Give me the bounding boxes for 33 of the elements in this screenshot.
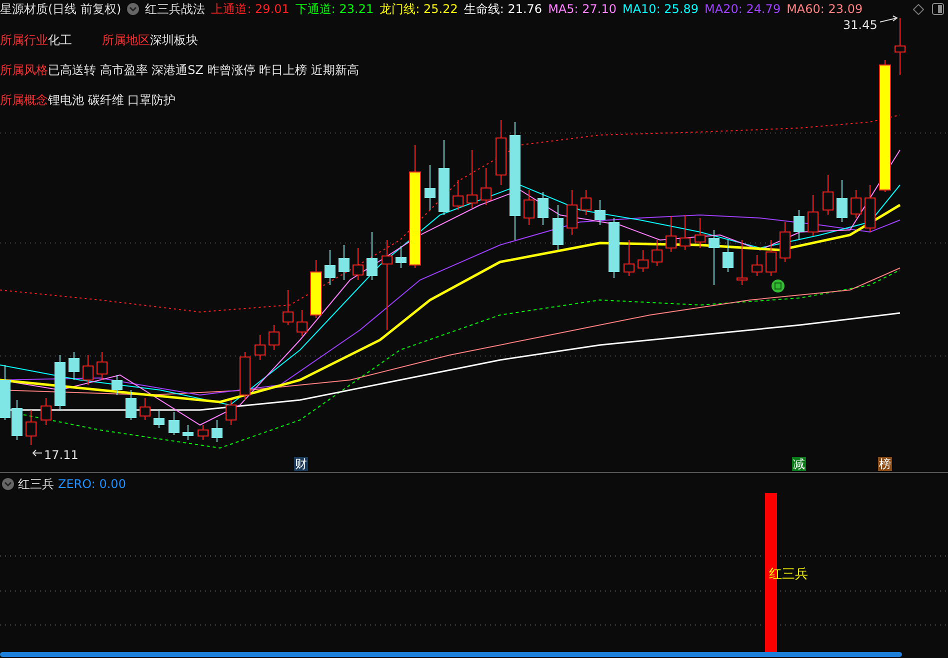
indicator-value: MA60: 23.09 [786, 3, 863, 15]
info-label: 所属概念 [0, 92, 48, 108]
stock-title: 星源材质(日线 前复权) [0, 3, 122, 15]
scroll-bar[interactable] [0, 652, 902, 657]
high-price-label: 31.45 [843, 17, 878, 34]
marker-tag: 财 [294, 457, 308, 471]
chevron-icon[interactable] [127, 3, 140, 15]
info-label: 所属风格 [0, 62, 48, 78]
arrow-icon [880, 16, 898, 22]
indicator-value: 上通道: 29.01 [211, 3, 290, 15]
indicator-value: MA20: 24.79 [704, 3, 781, 15]
info-value: 已高送转 高市盈率 深港通SZ 昨曾涨停 昨日上榜 近期新高 [48, 62, 359, 78]
indicator-title: 红三兵 [18, 476, 54, 493]
chevron-icon[interactable] [2, 478, 14, 490]
diamond-icon[interactable] [913, 4, 924, 14]
arrow-icon [32, 450, 42, 456]
indicator-value: 下通道: 23.21 [295, 3, 374, 15]
info-label: 所属行业 [0, 32, 48, 48]
zero-value: ZERO: 0.00 [58, 476, 126, 493]
indicator-value: 龙门线: 25.22 [380, 3, 458, 15]
strategy-name: 红三兵战法 [145, 3, 206, 15]
ball-icon [772, 280, 784, 292]
info-label: 所属地区 [102, 32, 150, 48]
info-value: 化工 [48, 32, 72, 48]
indicator-value: MA10: 25.89 [622, 3, 699, 15]
low-price-label: 17.11 [44, 447, 78, 464]
indicator-value: 生命线: 21.76 [464, 3, 542, 15]
info-value: 锂电池 碳纤维 口罩防护 [48, 92, 176, 108]
info-value: 深圳板块 [150, 32, 198, 48]
panel-icon[interactable] [932, 3, 944, 15]
marker-tag: 榜 [878, 457, 892, 471]
indicator-value: MA5: 27.10 [548, 3, 616, 15]
marker-tag: 减 [792, 457, 806, 471]
